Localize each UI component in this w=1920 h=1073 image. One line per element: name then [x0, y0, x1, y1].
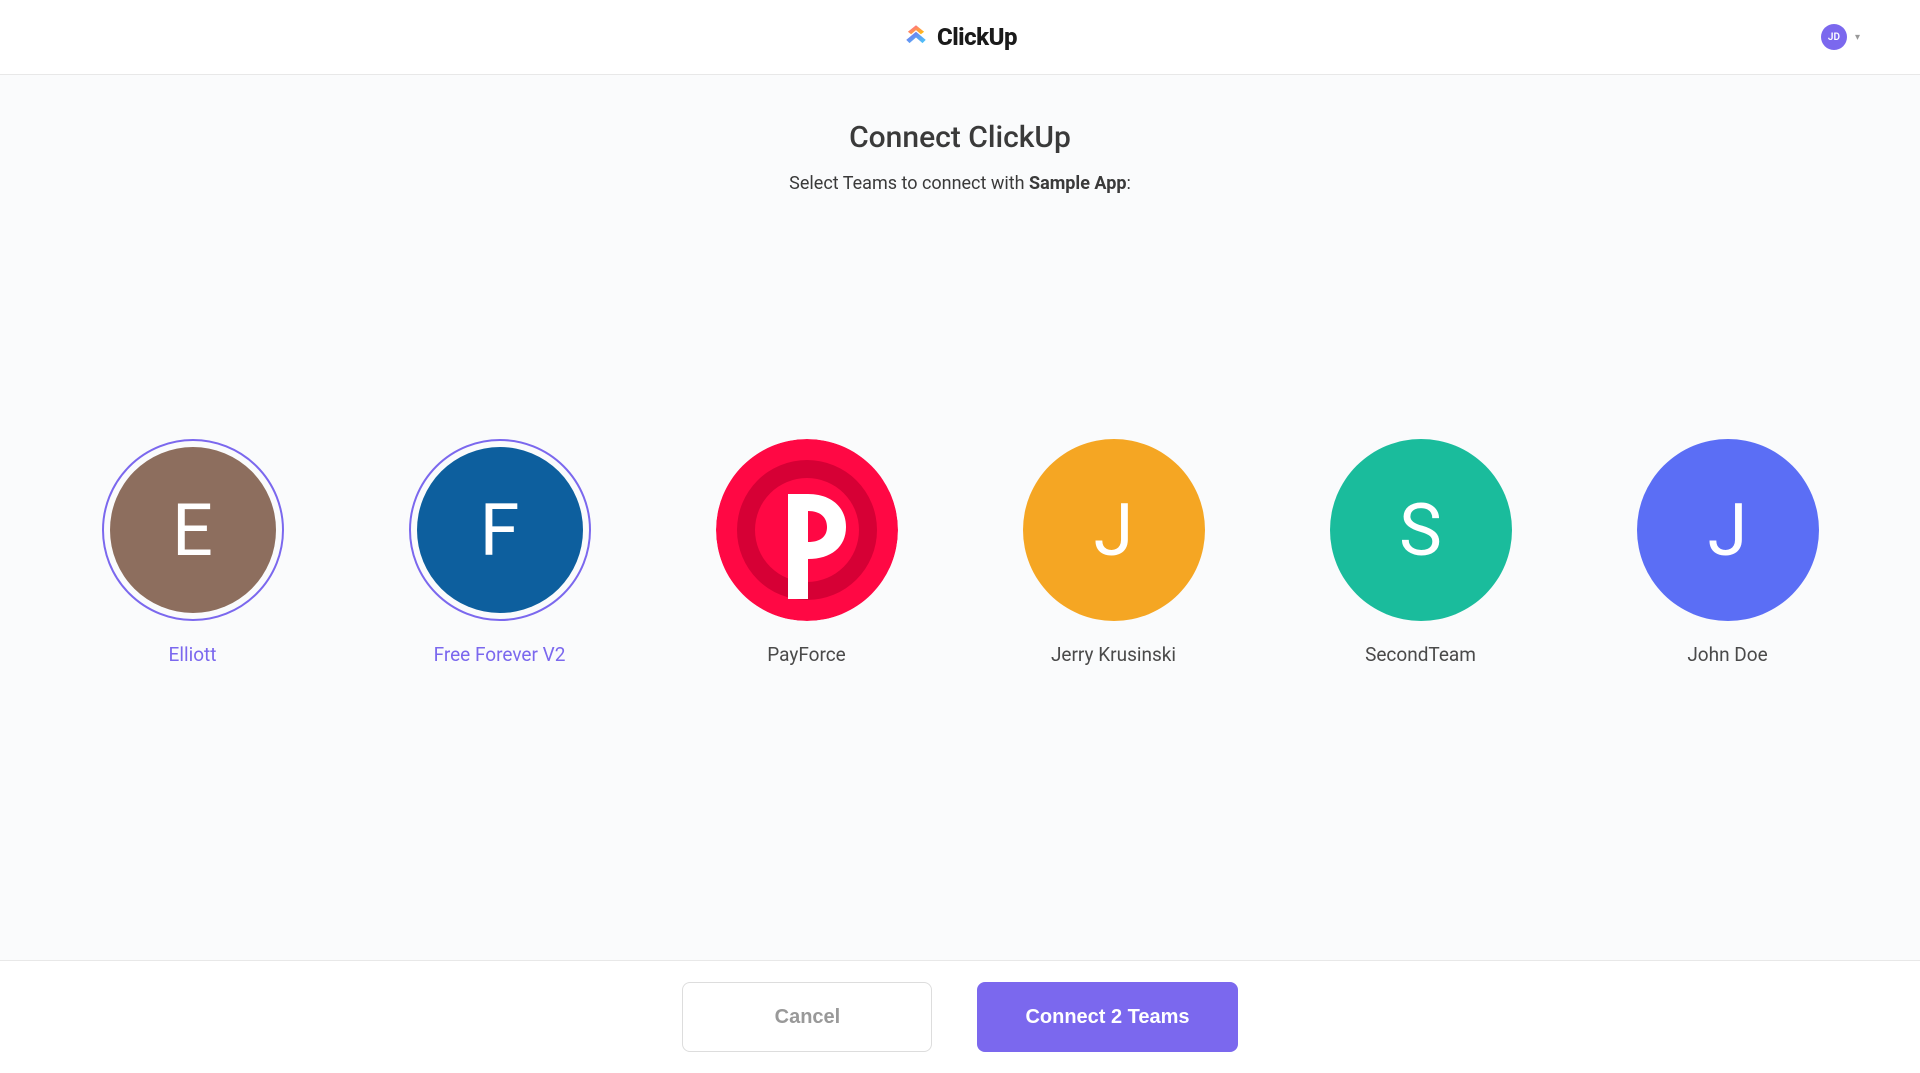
- logo: ClickUp: [903, 22, 1017, 52]
- team-label: SecondTeam: [1365, 643, 1476, 666]
- team-avatar: E: [110, 447, 276, 613]
- chevron-down-icon: ▾: [1855, 32, 1860, 43]
- team-initial: S: [1399, 488, 1442, 573]
- user-menu[interactable]: JD ▾: [1821, 24, 1860, 50]
- connect-button[interactable]: Connect 2 Teams: [977, 982, 1237, 1052]
- team-avatar-wrapper: [716, 439, 898, 621]
- team-item-secondteam[interactable]: S SecondTeam: [1330, 439, 1512, 666]
- teams-grid: E Elliott F Free Forever V2: [0, 439, 1920, 666]
- team-item-john-doe[interactable]: J John Doe: [1637, 439, 1819, 666]
- cancel-button[interactable]: Cancel: [682, 982, 932, 1052]
- clickup-logo-icon: [903, 22, 929, 52]
- logo-text: ClickUp: [937, 23, 1017, 51]
- team-item-elliott[interactable]: E Elliott: [102, 439, 284, 666]
- header: ClickUp JD ▾: [0, 0, 1920, 75]
- team-avatar: [716, 439, 898, 621]
- team-label: PayForce: [767, 643, 846, 666]
- subtitle-prefix: Select Teams to connect with: [789, 173, 1029, 194]
- team-label: John Doe: [1687, 643, 1767, 666]
- team-avatar-wrapper: J: [1023, 439, 1205, 621]
- team-avatar: J: [1637, 439, 1819, 621]
- footer: Cancel Connect 2 Teams: [0, 960, 1920, 1073]
- team-label: Elliott: [169, 643, 217, 666]
- team-label: Jerry Krusinski: [1051, 643, 1176, 666]
- team-initial: E: [172, 488, 213, 573]
- user-avatar: JD: [1821, 24, 1847, 50]
- team-avatar-wrapper: S: [1330, 439, 1512, 621]
- team-avatar-wrapper: E: [102, 439, 284, 621]
- team-item-free-forever-v2[interactable]: F Free Forever V2: [409, 439, 591, 666]
- payforce-logo-icon: [716, 439, 898, 621]
- team-initial: F: [480, 488, 520, 573]
- team-avatar: J: [1023, 439, 1205, 621]
- team-label: Free Forever V2: [434, 643, 566, 666]
- team-initial: J: [1708, 488, 1748, 573]
- page-subtitle: Select Teams to connect with Sample App:: [0, 173, 1920, 194]
- subtitle-suffix: :: [1126, 173, 1130, 194]
- team-avatar-wrapper: J: [1637, 439, 1819, 621]
- team-avatar: S: [1330, 439, 1512, 621]
- team-avatar-wrapper: F: [409, 439, 591, 621]
- team-item-payforce[interactable]: PayForce: [716, 439, 898, 666]
- team-avatar: F: [417, 447, 583, 613]
- subtitle-app: Sample App: [1029, 173, 1126, 194]
- page-title: Connect ClickUp: [0, 120, 1920, 155]
- team-item-jerry-krusinski[interactable]: J Jerry Krusinski: [1023, 439, 1205, 666]
- team-initial: J: [1094, 488, 1134, 573]
- main-content: Connect ClickUp Select Teams to connect …: [0, 75, 1920, 960]
